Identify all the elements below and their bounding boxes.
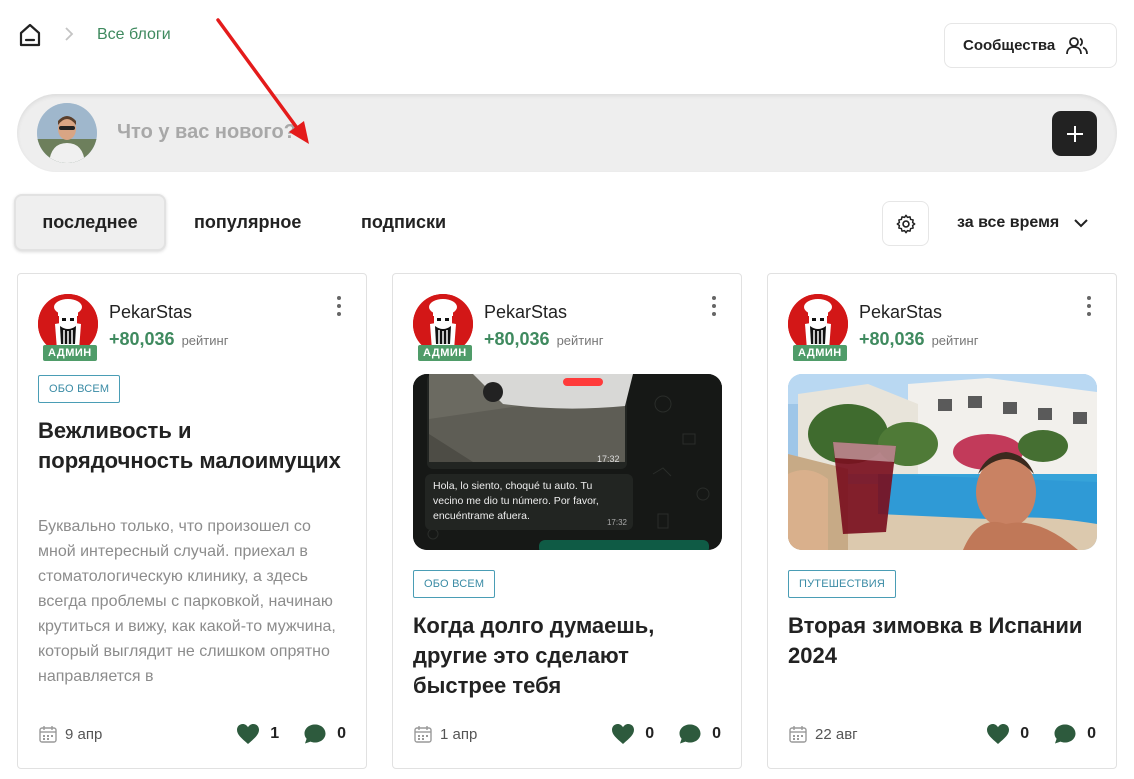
rating-value: +80,036 (109, 329, 175, 349)
post-card[interactable]: АДМИН PekarStas +80,036 рейтинг ПУТЕШЕСТ… (767, 273, 1117, 769)
heart-icon (612, 724, 635, 744)
home-icon[interactable] (18, 22, 42, 48)
post-date: 9 апр (38, 724, 102, 744)
users-icon (1066, 36, 1089, 54)
post-tag[interactable]: ОБО ВСЕМ (38, 375, 121, 403)
post-excerpt: Буквально только, что произошел со мной … (38, 518, 336, 685)
rating-label: рейтинг (931, 333, 979, 348)
new-post-composer[interactable]: Что у вас нового? (17, 94, 1117, 172)
chevron-down-icon (1074, 219, 1088, 228)
more-options-icon[interactable] (1086, 296, 1092, 316)
composer-placeholder[interactable]: Что у вас нового? (117, 121, 296, 144)
chevron-right-icon (65, 27, 74, 41)
author-rating: +80,036 рейтинг (484, 329, 603, 350)
author-name[interactable]: PekarStas (859, 302, 942, 323)
tab-latest[interactable]: последнее (14, 194, 166, 251)
post-footer: 1 апр 0 0 (413, 722, 721, 746)
date-text: 1 апр (440, 725, 478, 743)
post-title[interactable]: Вежливость и порядочность малоимущих (38, 416, 348, 476)
period-label: за все время (957, 214, 1060, 231)
like-button[interactable]: 1 (236, 723, 279, 745)
chat-message: Hola, lo siento, choqué tu auto. Tu veci… (433, 480, 599, 522)
chat-timestamp: 17:32 (606, 518, 627, 527)
gear-icon (896, 214, 915, 233)
post-date: 22 авг (788, 724, 858, 744)
comment-icon (679, 724, 701, 744)
post-stats: 0 0 (986, 723, 1096, 745)
rating-label: рейтинг (181, 333, 229, 348)
breadcrumb-all-blogs[interactable]: Все блоги (97, 26, 171, 44)
comment-icon (304, 724, 326, 744)
author-name[interactable]: PekarStas (484, 302, 567, 323)
photo-timestamp: 17:32 (597, 454, 620, 464)
more-options-icon[interactable] (336, 296, 342, 316)
comment-count: 0 (712, 725, 721, 742)
post-title[interactable]: Когда долго думаешь, другие это сделают … (413, 611, 723, 701)
author-name[interactable]: PekarStas (109, 302, 192, 323)
post-card[interactable]: АДМИН PekarStas +80,036 рейтинг 17:32 Ho… (392, 273, 742, 769)
feed-settings-button[interactable] (882, 201, 929, 246)
post-card[interactable]: АДМИН PekarStas +80,036 рейтинг ОБО ВСЕМ… (17, 273, 367, 769)
post-stats: 0 0 (611, 723, 721, 745)
date-text: 9 апр (65, 725, 103, 743)
post-footer: 22 авг 0 0 (788, 722, 1096, 746)
comment-button[interactable]: 0 (1053, 723, 1096, 745)
post-stats: 1 0 (236, 723, 346, 745)
calendar-icon (789, 726, 807, 743)
admin-badge: АДМИН (418, 345, 472, 361)
rating-value: +80,036 (484, 329, 550, 349)
comment-count: 0 (1087, 725, 1096, 742)
like-count: 0 (1020, 725, 1030, 742)
comment-button[interactable]: 0 (678, 723, 721, 745)
communities-button[interactable]: Сообщества (944, 23, 1117, 68)
tab-subscriptions[interactable]: подписки (361, 194, 446, 251)
communities-label: Сообщества (963, 37, 1056, 54)
date-text: 22 авг (815, 725, 858, 743)
chat-bubble: Hola, lo siento, choqué tu auto. Tu veci… (425, 474, 633, 530)
post-date: 1 апр (413, 724, 477, 744)
plus-icon (1066, 125, 1083, 142)
post-image[interactable] (788, 374, 1097, 550)
post-title[interactable]: Вторая зимовка в Испании 2024 (788, 611, 1098, 671)
author-rating: +80,036 рейтинг (109, 329, 228, 350)
like-button[interactable]: 0 (611, 723, 654, 745)
post-footer: 9 апр 1 0 (38, 722, 346, 746)
add-post-button[interactable] (1052, 111, 1097, 156)
like-count: 1 (270, 725, 280, 742)
rating-label: рейтинг (556, 333, 604, 348)
user-avatar[interactable] (37, 103, 97, 163)
admin-badge: АДМИН (43, 345, 97, 361)
heart-icon (237, 724, 260, 744)
more-options-icon[interactable] (711, 296, 717, 316)
calendar-icon (414, 726, 432, 743)
comment-count: 0 (337, 725, 346, 742)
top-bar: Все блоги Сообщества (0, 0, 1134, 80)
like-count: 0 (645, 725, 655, 742)
tab-popular[interactable]: популярное (194, 194, 301, 251)
calendar-icon (39, 726, 57, 743)
comment-icon (1054, 724, 1076, 744)
heart-icon (987, 724, 1010, 744)
comment-button[interactable]: 0 (303, 723, 346, 745)
chat-bubble-reply (539, 540, 709, 550)
like-button[interactable]: 0 (986, 723, 1029, 745)
post-image[interactable]: 17:32 Hola, lo siento, choqué tu auto. T… (413, 374, 722, 550)
post-tag[interactable]: ОБО ВСЕМ (413, 570, 496, 598)
rating-value: +80,036 (859, 329, 925, 349)
admin-badge: АДМИН (793, 345, 847, 361)
period-dropdown[interactable]: за все время (957, 214, 1089, 232)
post-tag[interactable]: ПУТЕШЕСТВИЯ (788, 570, 897, 598)
author-rating: +80,036 рейтинг (859, 329, 978, 350)
